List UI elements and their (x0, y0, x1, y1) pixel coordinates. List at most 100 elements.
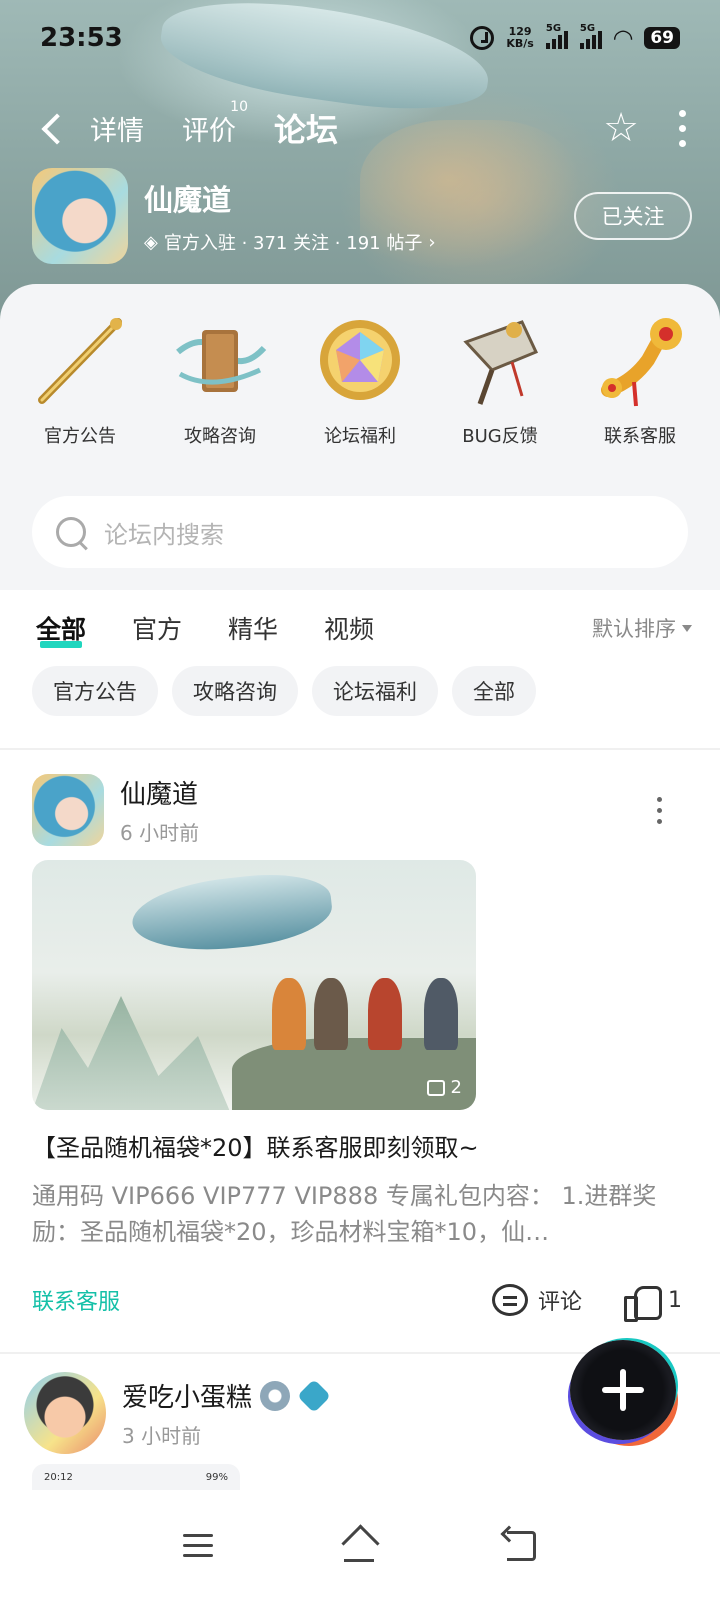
system-navigation-bar (0, 1490, 720, 1600)
like-count: 1 (668, 1287, 682, 1313)
filter-tabs: 全部 官方 精华 视频 默认排序 (36, 600, 692, 656)
post-header: 爱吃小蛋糕 3 小时前 (24, 1372, 544, 1454)
network-speed-unit: KB/s (506, 37, 534, 50)
avatar[interactable] (32, 774, 104, 846)
plus-icon (602, 1369, 644, 1411)
author-name[interactable]: 仙魔道 (120, 774, 199, 811)
tab-details[interactable]: 详情 (90, 109, 144, 148)
favorite-star-icon[interactable]: ☆ (603, 108, 639, 148)
quick-link-label: 论坛福利 (324, 426, 396, 447)
network-type-label: 5G (545, 23, 562, 34)
quick-link-bug-report[interactable]: BUG反馈 (430, 312, 570, 448)
forum-search[interactable]: 论坛内搜索 (32, 496, 688, 568)
nav-actions: ☆ (603, 108, 686, 148)
quick-link-label: 联系客服 (604, 426, 676, 447)
thumb-status-battery: 99% (205, 1471, 228, 1483)
alarm-icon (470, 26, 495, 50)
mountain-art (32, 996, 242, 1110)
filter-tab-featured[interactable]: 精华 (228, 610, 278, 646)
comment-label: 评论 (537, 1290, 582, 1315)
status-icons: 129 KB/s 5G 5G ◠ 69 (470, 23, 680, 52)
tab-reviews[interactable]: 评价 10 (182, 99, 248, 148)
status-time: 23:53 (40, 23, 123, 53)
broken-weapon-icon (463, 320, 539, 405)
chip-guides[interactable]: 攻略咨询 (172, 666, 298, 716)
chip-announcements[interactable]: 官方公告 (32, 666, 158, 716)
author-name[interactable]: 爱吃小蛋糕 (122, 1377, 252, 1414)
menu-icon[interactable] (183, 1533, 214, 1557)
top-nav: 详情 评价 10 论坛 ☆ (0, 96, 720, 160)
character-art (424, 978, 458, 1050)
sort-dropdown[interactable]: 默认排序 (592, 613, 692, 643)
quick-link-label: 攻略咨询 (184, 426, 256, 447)
battery-icon: 69 (644, 27, 680, 49)
review-count: 10 (230, 98, 248, 115)
filter-tab-video[interactable]: 视频 (324, 610, 374, 646)
like-button[interactable]: 1 (624, 1284, 682, 1322)
game-meta[interactable]: ◈ 官方入驻 · 371 关注 · 191 帖子 › (144, 229, 436, 255)
character-art (272, 978, 306, 1050)
game-avatar[interactable] (32, 168, 128, 264)
post-image[interactable]: 2 (32, 860, 476, 1110)
rainbow-gem-icon (320, 320, 400, 400)
post-time: 3 小时前 (122, 1424, 202, 1448)
verified-badge-icon (297, 1378, 331, 1413)
tab-forum[interactable]: 论坛 (269, 105, 343, 151)
image-count-badge: 2 (426, 1077, 462, 1098)
quick-link-label: BUG反馈 (462, 426, 538, 447)
quick-link-announcements[interactable]: 官方公告 (10, 312, 150, 448)
quick-link-label: 官方公告 (44, 426, 116, 447)
chevron-right-icon: › (428, 231, 436, 253)
game-info: 仙魔道 ◈ 官方入驻 · 371 关注 · 191 帖子 › (144, 177, 436, 255)
filter-tab-official[interactable]: 官方 (132, 610, 182, 646)
comment-button[interactable]: 评论 (491, 1284, 582, 1316)
game-meta-text: 官方入驻 · 371 关注 · 191 帖子 (163, 233, 423, 254)
caret-down-icon (682, 624, 692, 632)
post-image[interactable]: 20:12 99% (32, 1464, 240, 1490)
thumb-status-time: 20:12 (44, 1471, 73, 1483)
post-time: 6 小时前 (120, 821, 200, 845)
filter-tab-all[interactable]: 全部 (36, 610, 86, 648)
post-actions: 联系客服 评论 1 (32, 1276, 682, 1324)
forum-panel: 官方公告 攻略咨询 论坛福利 BUG反馈 联系客服 论坛内搜索 (0, 284, 720, 590)
more-options-icon[interactable] (679, 109, 686, 147)
golden-staff-icon (38, 318, 122, 404)
network-speed: 129 KB/s (506, 26, 533, 50)
search-input[interactable]: 论坛内搜索 (104, 515, 224, 550)
diamond-icon: ◈ (144, 231, 158, 253)
quick-link-support[interactable]: 联系客服 (570, 312, 710, 448)
post-more-icon[interactable] (657, 796, 662, 824)
author-info: 爱吃小蛋糕 3 小时前 (122, 1377, 331, 1449)
scroll-icon (176, 330, 267, 392)
quick-link-benefits[interactable]: 论坛福利 (290, 312, 430, 448)
wifi-icon: ◠ (613, 24, 633, 52)
quick-link-guides[interactable]: 攻略咨询 (150, 312, 290, 448)
sort-label: 默认排序 (592, 617, 676, 641)
home-icon[interactable] (340, 1528, 378, 1562)
post-summary[interactable]: 通用码 VIP666 VIP777 VIP888 专属礼包内容： 1.进群奖励：… (32, 1178, 672, 1250)
game-info-row: 仙魔道 ◈ 官方入驻 · 371 关注 · 191 帖子 › 已关注 (32, 166, 692, 266)
post-tag-link[interactable]: 联系客服 (32, 1284, 120, 1316)
tab-forum-label: 论坛 (274, 111, 339, 149)
system-back-icon[interactable] (505, 1531, 537, 1561)
search-icon (54, 515, 88, 549)
character-art (368, 978, 402, 1050)
whale-art (128, 867, 336, 959)
user-badge-icon (260, 1380, 291, 1411)
avatar[interactable] (24, 1372, 106, 1454)
divider (0, 748, 720, 750)
tab-details-label: 详情 (90, 115, 144, 147)
chip-all[interactable]: 全部 (452, 666, 536, 716)
new-post-button[interactable] (570, 1340, 676, 1440)
back-icon[interactable] (34, 108, 70, 148)
post-title[interactable]: 【圣品随机福袋*20】联系客服即刻领取~ (32, 1128, 692, 1163)
category-chips: 官方公告 攻略咨询 论坛福利 全部 (32, 666, 536, 716)
status-bar: 23:53 129 KB/s 5G 5G ◠ 69 (0, 0, 720, 76)
signal-icon: 5G (545, 23, 568, 49)
image-count: 2 (450, 1077, 462, 1098)
game-name: 仙魔道 (144, 183, 232, 217)
chip-benefits[interactable]: 论坛福利 (312, 666, 438, 716)
follow-button[interactable]: 已关注 (574, 192, 692, 240)
signal-icon-2: 5G (579, 23, 602, 49)
game-header-banner: 23:53 129 KB/s 5G 5G ◠ 69 详情 评价10 论坛 ☆ (0, 0, 720, 320)
